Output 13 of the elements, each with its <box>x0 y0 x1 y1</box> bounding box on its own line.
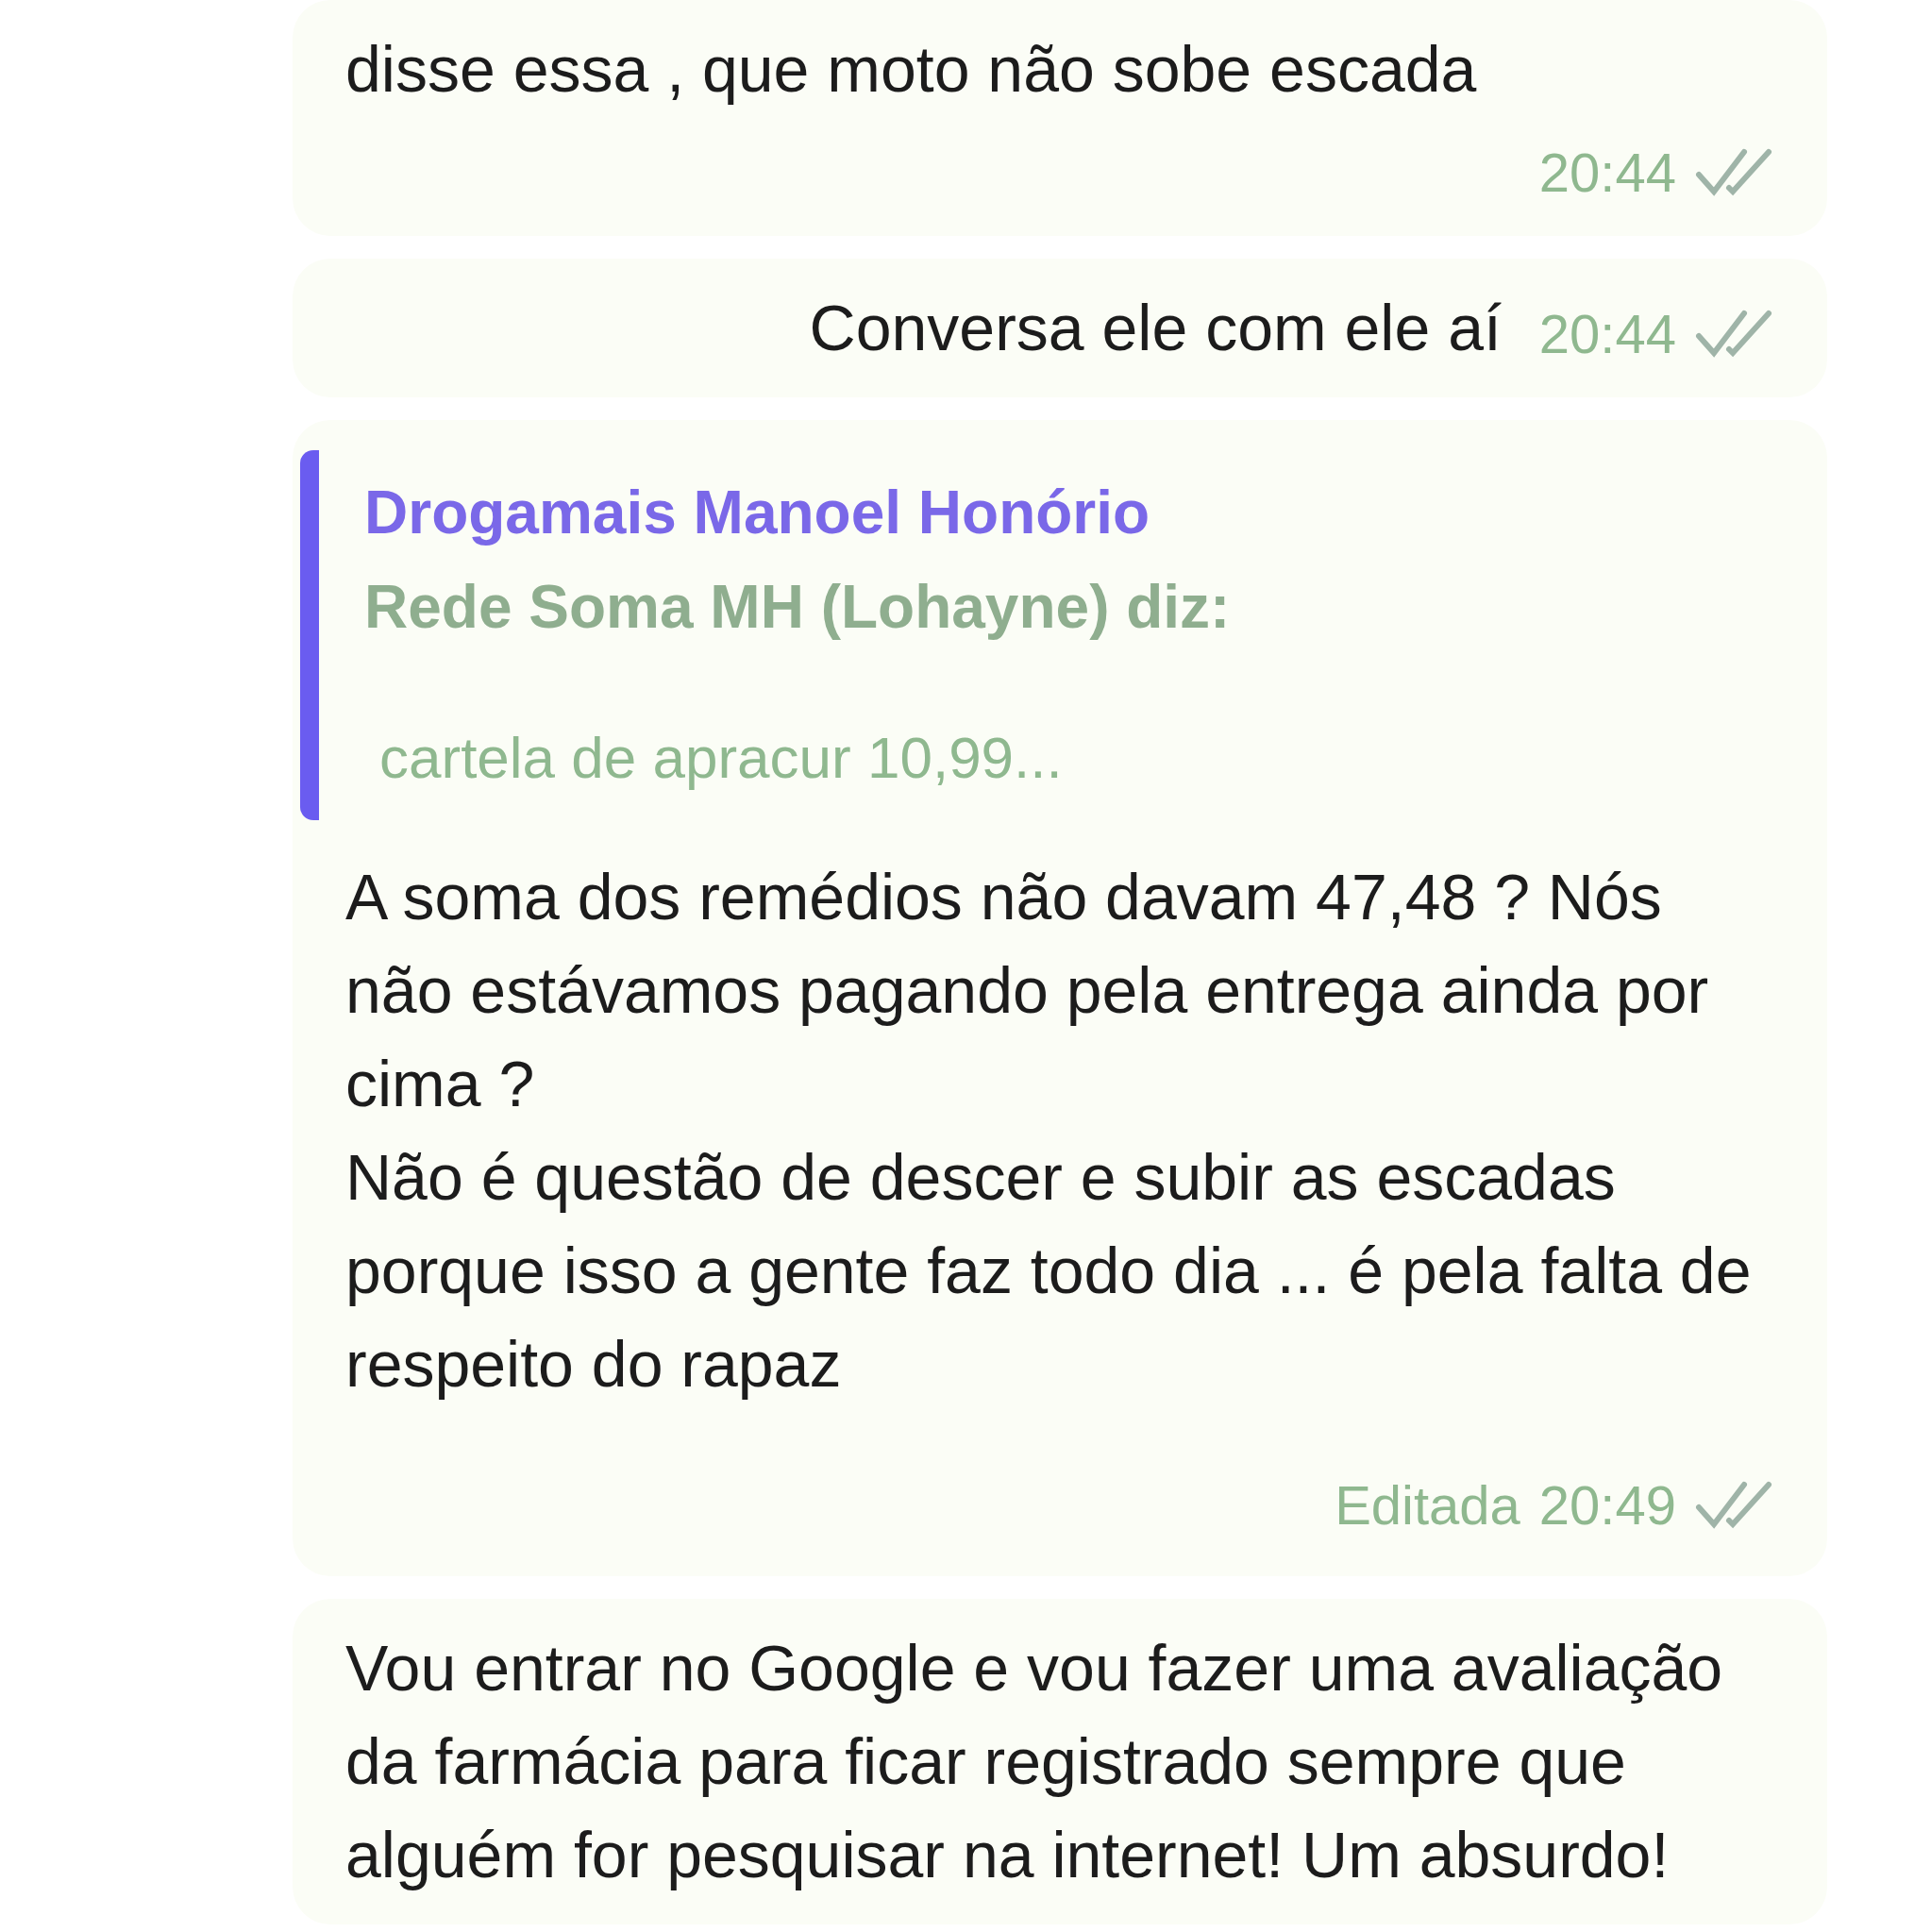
message-time: 20:49 <box>1538 1473 1676 1537</box>
quoted-message[interactable]: Drogamais Manoel Honório Rede Soma MH (Lohayne) diz: cartela de apracur 10,99... <box>300 450 1774 820</box>
edited-label: Editada <box>1335 1473 1520 1537</box>
message-text: Não é questão de descer e subir as escadas porque isso a gente faz todo dia ... é pela falta de respeito do rapaz <box>345 1140 1753 1402</box>
message-time: 20:44 <box>1538 141 1676 205</box>
message-time: 20:44 <box>1538 302 1676 366</box>
message-text: A soma dos remédios não davam 47,48 ? Nós não estávamos pagando pela entrega ainda por cima ? <box>345 860 1710 1121</box>
quote-snippet: cartela de apracur 10,99... <box>378 724 1064 792</box>
quote-group-name: Drogamais Manoel Honório <box>364 478 1151 548</box>
message-text: Conversa ele com ele aí <box>809 291 1502 365</box>
message-text: Vou entrar no Google e vou fazer uma avaliação da farmácia para ficar registrado sempre que alguém for pesquisar na internet! Um absurdo! <box>345 1631 1724 1892</box>
message-text: disse essa , que moto não sobe escada <box>345 32 1478 107</box>
quote-author: Rede Soma MH (Lohayne) diz: <box>364 572 1232 643</box>
